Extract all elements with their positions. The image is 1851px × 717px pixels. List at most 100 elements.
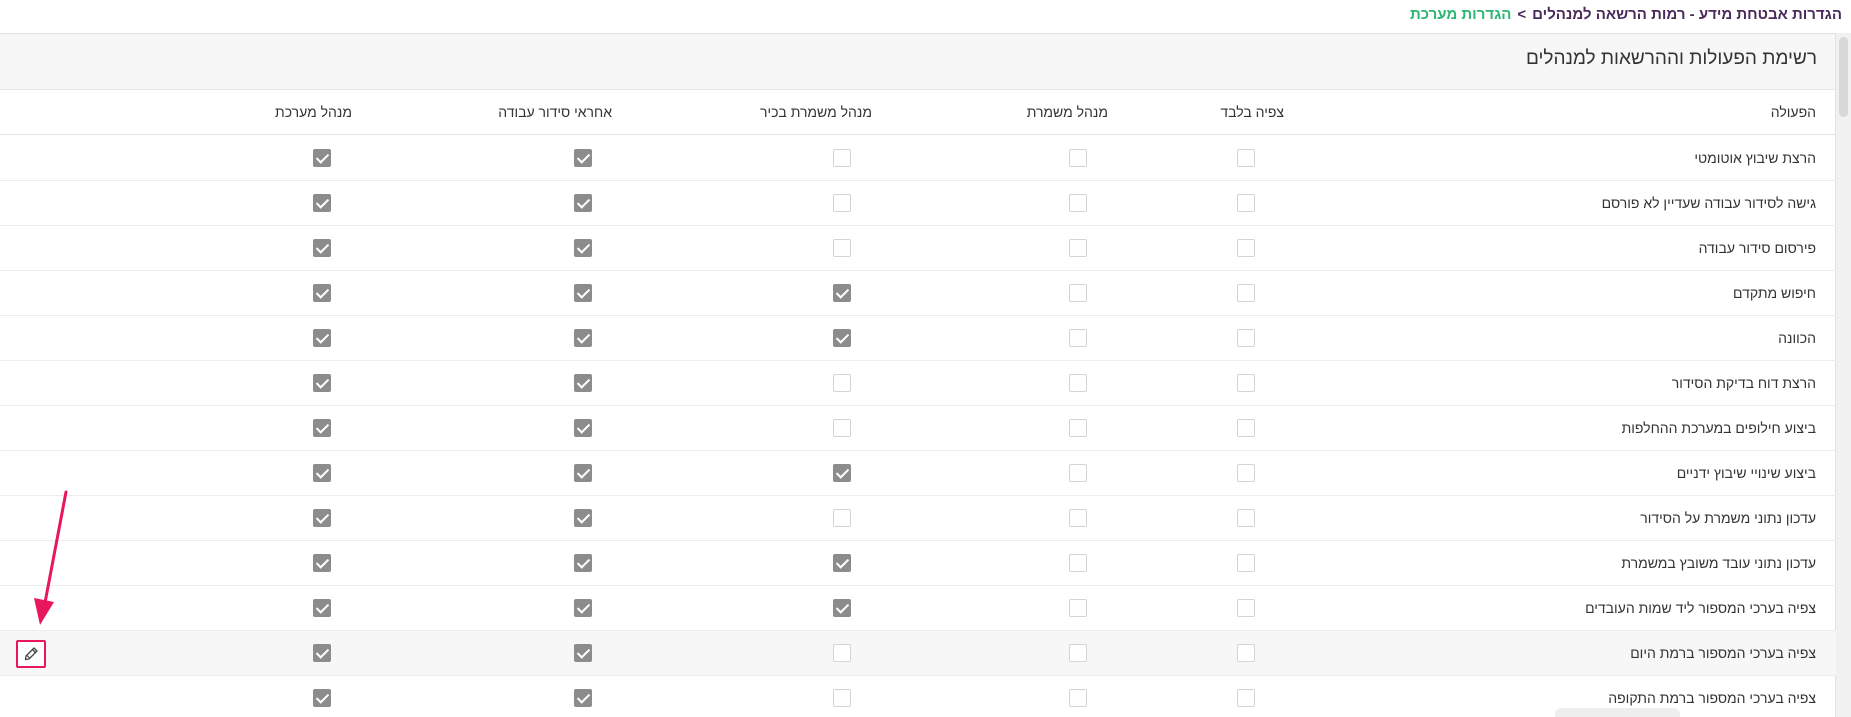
checkbox-system-admin[interactable] — [313, 689, 331, 707]
action-label: חיפוש מתקדם — [1733, 285, 1816, 301]
checkbox-shift-manager[interactable] — [1069, 329, 1087, 347]
checkbox-senior-shift-manager[interactable] — [833, 599, 851, 617]
table-row: עדכון נתוני משמרת על הסידור — [0, 496, 1836, 541]
checkbox-system-admin[interactable] — [313, 554, 331, 572]
checkbox-system-admin[interactable] — [313, 374, 331, 392]
checkbox-system-admin[interactable] — [313, 239, 331, 257]
checkbox-senior-shift-manager[interactable] — [833, 329, 851, 347]
checkbox-senior-shift-manager[interactable] — [833, 419, 851, 437]
action-label: ביצוע חילופים במערכת ההחלפות — [1621, 420, 1816, 436]
checkbox-shift-manager[interactable] — [1069, 689, 1087, 707]
checkbox-view-only[interactable] — [1237, 644, 1255, 662]
checkbox-senior-shift-manager[interactable] — [833, 464, 851, 482]
checkbox-shift-manager[interactable] — [1069, 374, 1087, 392]
checkbox-shift-manager[interactable] — [1069, 419, 1087, 437]
action-label: גישה לסידור עבודה שעדיין לא פורסם — [1601, 195, 1816, 211]
checkbox-shift-manager[interactable] — [1069, 149, 1087, 167]
checkbox-view-only[interactable] — [1237, 194, 1255, 212]
table-row: גישה לסידור עבודה שעדיין לא פורסם — [0, 181, 1836, 226]
checkbox-shift-manager[interactable] — [1069, 194, 1087, 212]
checkbox-system-admin[interactable] — [313, 329, 331, 347]
checkbox-view-only[interactable] — [1237, 554, 1255, 572]
checkbox-schedule-owner[interactable] — [574, 554, 592, 572]
checkbox-schedule-owner[interactable] — [574, 329, 592, 347]
header-view-only: צפיה בלבד — [1220, 104, 1284, 120]
checkbox-senior-shift-manager[interactable] — [833, 644, 851, 662]
checkbox-shift-manager[interactable] — [1069, 599, 1087, 617]
table-row: הרצת דוח בדיקת הסידור — [0, 361, 1836, 406]
checkbox-shift-manager[interactable] — [1069, 644, 1087, 662]
checkbox-view-only[interactable] — [1237, 284, 1255, 302]
checkbox-senior-shift-manager[interactable] — [833, 194, 851, 212]
checkbox-schedule-owner[interactable] — [574, 149, 592, 167]
checkbox-schedule-owner[interactable] — [574, 239, 592, 257]
header-system-admin: מנהל מערכת — [275, 104, 352, 120]
checkbox-view-only[interactable] — [1237, 509, 1255, 527]
action-label: פירסום סידור עבודה — [1698, 240, 1816, 256]
checkbox-view-only[interactable] — [1237, 689, 1255, 707]
checkbox-senior-shift-manager[interactable] — [833, 284, 851, 302]
checkbox-shift-manager[interactable] — [1069, 239, 1087, 257]
table-row: הכוונה — [0, 316, 1836, 361]
checkbox-system-admin[interactable] — [313, 464, 331, 482]
checkbox-shift-manager[interactable] — [1069, 284, 1087, 302]
action-label: הרצת שיבוץ אוטומטי — [1694, 150, 1816, 166]
checkbox-system-admin[interactable] — [313, 194, 331, 212]
floating-widget-edge — [1555, 708, 1680, 717]
breadcrumb: הגדרות מערכת > הגדרות אבטחת מידע - רמות … — [1410, 4, 1842, 24]
checkbox-shift-manager[interactable] — [1069, 509, 1087, 527]
checkbox-view-only[interactable] — [1237, 464, 1255, 482]
checkbox-system-admin[interactable] — [313, 509, 331, 527]
checkbox-schedule-owner[interactable] — [574, 689, 592, 707]
action-label: ביצוע שינויי שיבוץ ידניים — [1676, 465, 1816, 481]
table-row: צפיה בערכי המספור ליד שמות העובדים — [0, 586, 1836, 631]
checkbox-schedule-owner[interactable] — [574, 599, 592, 617]
checkbox-system-admin[interactable] — [313, 419, 331, 437]
checkbox-view-only[interactable] — [1237, 419, 1255, 437]
checkbox-view-only[interactable] — [1237, 329, 1255, 347]
checkbox-senior-shift-manager[interactable] — [833, 554, 851, 572]
checkbox-schedule-owner[interactable] — [574, 464, 592, 482]
panel-title: רשימת הפעולות וההרשאות למנהלים — [1525, 48, 1817, 69]
checkbox-senior-shift-manager[interactable] — [833, 149, 851, 167]
checkbox-senior-shift-manager[interactable] — [833, 689, 851, 707]
table-row: צפיה בערכי המספור ברמת היום — [0, 631, 1836, 676]
checkbox-view-only[interactable] — [1237, 239, 1255, 257]
checkbox-schedule-owner[interactable] — [574, 644, 592, 662]
checkbox-schedule-owner[interactable] — [574, 509, 592, 527]
checkbox-shift-manager[interactable] — [1069, 464, 1087, 482]
checkbox-senior-shift-manager[interactable] — [833, 509, 851, 527]
vertical-scrollbar[interactable] — [1836, 33, 1851, 717]
table-row: חיפוש מתקדם — [0, 271, 1836, 316]
table-row: ביצוע שינויי שיבוץ ידניים — [0, 451, 1836, 496]
action-label: הכוונה — [1778, 330, 1816, 346]
checkbox-schedule-owner[interactable] — [574, 194, 592, 212]
annotation-arrow-icon — [34, 490, 68, 625]
breadcrumb-root-link[interactable]: הגדרות מערכת — [1410, 6, 1511, 23]
checkbox-view-only[interactable] — [1237, 599, 1255, 617]
scrollbar-thumb[interactable] — [1839, 37, 1848, 117]
checkbox-schedule-owner[interactable] — [574, 374, 592, 392]
checkbox-shift-manager[interactable] — [1069, 554, 1087, 572]
checkbox-schedule-owner[interactable] — [574, 284, 592, 302]
table-header-row: הפעולה צפיה בלבד מנהל משמרת מנהל משמרת ב… — [0, 90, 1836, 135]
checkbox-view-only[interactable] — [1237, 374, 1255, 392]
checkbox-senior-shift-manager[interactable] — [833, 374, 851, 392]
header-schedule-owner: אחראי סידור עבודה — [498, 104, 612, 120]
checkbox-system-admin[interactable] — [313, 599, 331, 617]
checkbox-system-admin[interactable] — [313, 644, 331, 662]
action-label: עדכון נתוני עובד משובץ במשמרת — [1621, 555, 1816, 571]
breadcrumb-separator: > — [1517, 5, 1527, 23]
header-senior-shift-manager: מנהל משמרת בכיר — [759, 104, 872, 120]
table-row: הרצת שיבוץ אוטומטי — [0, 136, 1836, 181]
breadcrumb-current: הגדרות אבטחת מידע - רמות הרשאה למנהלים — [1532, 5, 1842, 23]
panel-header: רשימת הפעולות וההרשאות למנהלים — [0, 34, 1835, 90]
checkbox-schedule-owner[interactable] — [574, 419, 592, 437]
header-action: הפעולה — [1770, 104, 1816, 120]
checkbox-senior-shift-manager[interactable] — [833, 239, 851, 257]
edit-button[interactable] — [16, 640, 46, 668]
checkbox-view-only[interactable] — [1237, 149, 1255, 167]
checkbox-system-admin[interactable] — [313, 149, 331, 167]
action-label: עדכון נתוני משמרת על הסידור — [1640, 510, 1816, 526]
checkbox-system-admin[interactable] — [313, 284, 331, 302]
